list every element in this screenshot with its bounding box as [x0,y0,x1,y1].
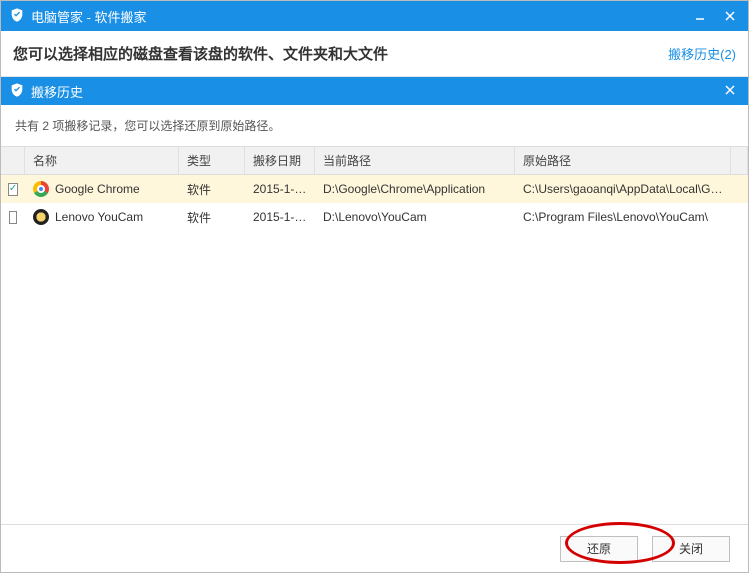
table-row[interactable]: Lenovo YouCam 软件2015-1-22D:\Lenovo\YouCam… [1,203,748,231]
row-type: 软件 [179,209,245,226]
app-icon [33,209,49,225]
header-original-path[interactable]: 原始路径 [515,147,731,174]
info-text: 您可以选择相应的磁盘查看该盘的软件、文件夹和大文件 [13,43,668,64]
table-row[interactable]: Google Chrome 软件2015-1-22D:\Google\Chrome… [1,175,748,203]
close-dialog-button[interactable]: 关闭 [652,536,730,562]
panel-header: 搬移历史 [1,77,748,105]
restore-button[interactable]: 还原 [560,536,638,562]
row-date: 2015-1-22 [245,210,315,224]
info-bar: 您可以选择相应的磁盘查看该盘的软件、文件夹和大文件 搬移历史(2) [1,31,748,77]
header-type[interactable]: 类型 [179,147,245,174]
shield-icon [9,7,25,26]
history-link[interactable]: 搬移历史(2) [668,44,736,63]
shield-icon [9,82,25,101]
table-body: Google Chrome 软件2015-1-22D:\Google\Chrome… [1,175,748,231]
panel-close-button[interactable] [720,83,740,99]
row-current-path: D:\Google\Chrome\Application [315,182,515,196]
main-window: 电脑管家 - 软件搬家 您可以选择相应的磁盘查看该盘的软件、文件夹和大文件 搬移… [0,0,749,573]
titlebar: 电脑管家 - 软件搬家 [1,1,748,31]
row-checkbox[interactable] [9,211,17,224]
window-title: 电脑管家 - 软件搬家 [31,7,147,26]
header-date[interactable]: 搬移日期 [245,147,315,174]
row-name: Lenovo YouCam [55,210,143,224]
footer: 还原 关闭 [1,524,748,572]
header-tail [731,147,748,174]
row-current-path: D:\Lenovo\YouCam [315,210,515,224]
row-date: 2015-1-22 [245,182,315,196]
header-current-path[interactable]: 当前路径 [315,147,515,174]
row-name: Google Chrome [55,182,140,196]
panel-title: 搬移历史 [31,82,720,101]
table: 名称 类型 搬移日期 当前路径 原始路径 Google Chrome 软件2015… [1,146,748,231]
close-button[interactable] [720,6,740,26]
row-original-path: C:\Users\gaoanqi\AppData\Local\Goo... [515,182,732,196]
minimize-button[interactable] [690,6,710,26]
window-controls [690,6,740,26]
row-original-path: C:\Program Files\Lenovo\YouCam\ [515,210,732,224]
row-checkbox[interactable] [8,183,18,196]
row-type: 软件 [179,181,245,198]
app-icon [33,181,49,197]
header-checkbox-col [1,147,25,174]
table-header-row: 名称 类型 搬移日期 当前路径 原始路径 [1,146,748,175]
header-name[interactable]: 名称 [25,147,179,174]
sub-info-text: 共有 2 项搬移记录，您可以选择还原到原始路径。 [1,105,748,146]
